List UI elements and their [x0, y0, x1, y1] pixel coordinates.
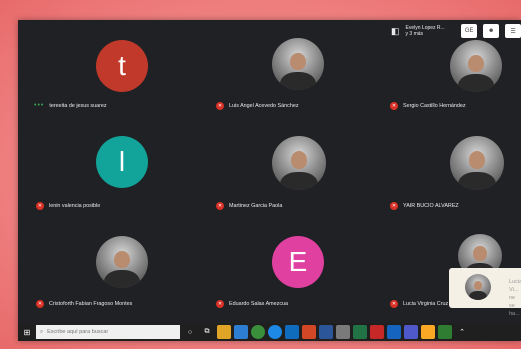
mic-off-icon: ✕	[216, 300, 224, 308]
avatar	[96, 236, 148, 288]
participant-name-row: ✕ lenin valencia posible	[36, 202, 100, 210]
outlook-icon[interactable]	[285, 325, 299, 339]
notification-toast[interactable]: Lucia Vi... ne se ha...	[449, 268, 521, 317]
participant-name-row: ✕ Sergio Castillo Hernández	[390, 102, 466, 110]
video-call-window: ◧ Evelyn Lopez R... y 3 más GE ☻ ☰ t •••…	[18, 20, 521, 341]
participant-tile[interactable]: t ••• tereeita de jesus suarez	[18, 20, 184, 116]
photos-icon[interactable]	[387, 325, 401, 339]
participant-name: Sergio Castillo Hernández	[403, 103, 466, 109]
toast-text: Lucia Vi... ne se ha...	[509, 278, 521, 318]
task-view-icon[interactable]: ⧉	[200, 325, 214, 339]
chrome-icon[interactable]	[251, 325, 265, 339]
store-icon[interactable]	[234, 325, 248, 339]
avatar	[465, 274, 491, 300]
participant-name-row: ✕ Cristoforth Fabian Fragoso Montes	[36, 300, 132, 308]
participant-name-row: ✕ YAIR BUCIO ALVAREZ	[390, 202, 459, 210]
pdf-icon[interactable]	[370, 325, 384, 339]
participant-name-row: ✕ Eduardo Salas Amezcua	[216, 300, 288, 308]
participant-tile[interactable]: ✕ Cristoforth Fabian Fragoso Montes	[18, 226, 184, 322]
participant-name: Luis Angel Acevedo Sánchez	[229, 103, 299, 109]
mic-off-icon: ✕	[390, 102, 398, 110]
participant-name: lenin valencia posible	[49, 203, 101, 209]
avatar	[450, 40, 502, 92]
sticky-notes-icon[interactable]	[421, 325, 435, 339]
system-tray-icon[interactable]: ⌃	[455, 325, 469, 339]
speaking-indicator-icon: •••	[34, 102, 45, 109]
mic-off-icon: ✕	[216, 102, 224, 110]
search-placeholder: Escribe aquí para buscar	[47, 329, 109, 335]
avatar	[272, 136, 326, 190]
participant-tile[interactable]: ✕ Luis Angel Acevedo Sánchez	[194, 20, 360, 116]
search-icon: ⌕	[40, 328, 44, 335]
participant-name-row: ✕ Luis Angel Acevedo Sánchez	[216, 102, 299, 110]
windows-taskbar: ⊞ ⌕ Escribe aquí para buscar ○ ⧉ ⌃	[18, 323, 521, 341]
participant-name: Martinez Garcia Paola	[229, 203, 283, 209]
edge-icon[interactable]	[268, 325, 282, 339]
avatar	[450, 136, 504, 190]
participant-name-row: ✕ Martinez Garcia Paola	[216, 202, 282, 210]
participant-tile[interactable]: E ✕ Eduardo Salas Amezcua	[194, 226, 360, 322]
participant-tile[interactable]: ✕ YAIR BUCIO ALVAREZ	[370, 124, 521, 220]
cortana-icon[interactable]: ○	[183, 325, 197, 339]
toast-line2: ne se ha...	[509, 295, 520, 317]
meet-icon[interactable]	[438, 325, 452, 339]
mic-off-icon: ✕	[390, 202, 398, 210]
mic-off-icon: ✕	[36, 202, 44, 210]
avatar: E	[272, 236, 324, 288]
mic-off-icon: ✕	[390, 300, 398, 308]
start-button[interactable]: ⊞	[18, 323, 36, 341]
participant-name: Cristoforth Fabian Fragoso Montes	[49, 301, 133, 307]
participant-name-row: ••• tereeita de jesus suarez	[34, 102, 107, 109]
mic-off-icon: ✕	[36, 300, 44, 308]
file-explorer-icon[interactable]	[217, 325, 231, 339]
word-icon[interactable]	[319, 325, 333, 339]
excel-icon[interactable]	[353, 325, 367, 339]
participant-tile[interactable]: ✕ Martinez Garcia Paola	[194, 124, 360, 220]
participant-name: Eduardo Salas Amezcua	[229, 301, 289, 307]
powerpoint-icon[interactable]	[302, 325, 316, 339]
participant-name: YAIR BUCIO ALVAREZ	[403, 203, 459, 209]
avatar	[272, 38, 324, 90]
mic-off-icon: ✕	[216, 202, 224, 210]
participant-tile[interactable]: l ✕ lenin valencia posible	[18, 124, 184, 220]
search-input[interactable]: ⌕ Escribe aquí para buscar	[36, 325, 180, 339]
teams-icon[interactable]	[404, 325, 418, 339]
participant-tile[interactable]: ✕ Sergio Castillo Hernández	[370, 20, 521, 116]
app-icon[interactable]	[336, 325, 350, 339]
avatar: t	[96, 40, 148, 92]
avatar: l	[96, 136, 148, 188]
participant-name: tereeita de jesus suarez	[49, 102, 107, 109]
toast-line1: Lucia Vi...	[509, 279, 521, 293]
